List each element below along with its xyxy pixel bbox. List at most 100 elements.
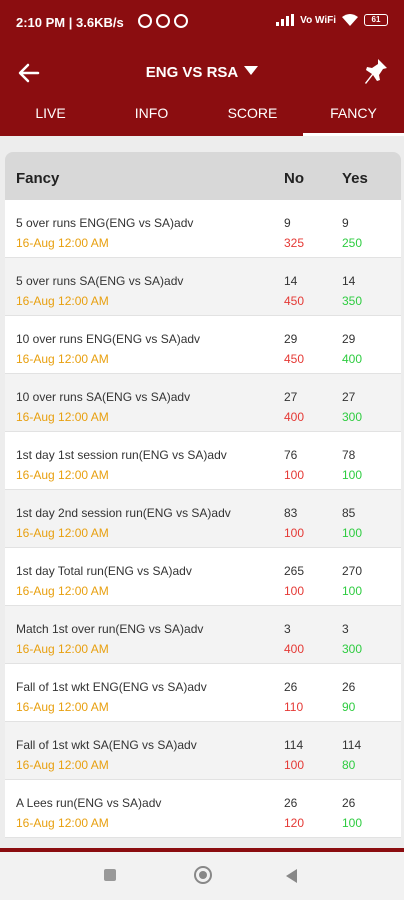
fancy-table: Fancy No Yes 5 over runs ENG(ENG vs SA)a… <box>5 152 401 838</box>
no-odds[interactable]: 14 <box>284 274 297 288</box>
no-odds[interactable]: 27 <box>284 390 297 404</box>
no-odds[interactable]: 26 <box>284 796 297 810</box>
table-row[interactable]: A Lees run(ENG vs SA)adv 16-Aug 12:00 AM 2… <box>5 780 401 838</box>
no-odds[interactable]: 26 <box>284 680 297 694</box>
system-nav-bar <box>0 852 404 900</box>
recent-apps-icon[interactable] <box>104 869 116 881</box>
status-notification-icons <box>138 14 188 28</box>
network-label: Vo WiFi <box>300 14 336 26</box>
no-odds[interactable]: 29 <box>284 332 297 346</box>
table-row[interactable]: 10 over runs ENG(ENG vs SA)adv 16-Aug 12:… <box>5 316 401 374</box>
no-stake[interactable]: 110 <box>284 700 303 714</box>
table-row[interactable]: 10 over runs SA(ENG vs SA)adv 16-Aug 12:0… <box>5 374 401 432</box>
market-date: 16-Aug 12:00 AM <box>16 294 109 308</box>
table-row[interactable]: 1st day 1st session run(ENG vs SA)adv 16-… <box>5 432 401 490</box>
table-row[interactable]: Fall of 1st wkt ENG(ENG vs SA)adv 16-Aug … <box>5 664 401 722</box>
no-stake[interactable]: 325 <box>284 236 304 250</box>
no-stake[interactable]: 100 <box>284 526 304 540</box>
yes-stake[interactable]: 100 <box>342 526 362 540</box>
no-stake[interactable]: 400 <box>284 410 304 424</box>
yes-odds[interactable]: 26 <box>342 796 355 810</box>
market-date: 16-Aug 12:00 AM <box>16 468 109 482</box>
battery-icon: 61 <box>364 14 388 26</box>
market-date: 16-Aug 12:00 AM <box>16 584 109 598</box>
market-date: 16-Aug 12:00 AM <box>16 642 109 656</box>
tab-score[interactable]: SCORE <box>202 100 303 136</box>
no-odds[interactable]: 76 <box>284 448 297 462</box>
table-row[interactable]: 1st day 2nd session run(ENG vs SA)adv 16-… <box>5 490 401 548</box>
home-icon[interactable] <box>194 866 212 884</box>
table-row[interactable]: Fall of 1st wkt SA(ENG vs SA)adv 16-Aug 1… <box>5 722 401 780</box>
market-date: 16-Aug 12:00 AM <box>16 700 109 714</box>
notification-icon <box>156 14 170 28</box>
no-stake[interactable]: 120 <box>284 816 304 830</box>
market-date: 16-Aug 12:00 AM <box>16 526 109 540</box>
signal-icon <box>276 14 295 26</box>
pin-icon[interactable] <box>364 58 388 86</box>
yes-odds[interactable]: 29 <box>342 332 355 346</box>
fancy-content[interactable]: Fancy No Yes 5 over runs ENG(ENG vs SA)a… <box>0 136 404 848</box>
no-stake[interactable]: 400 <box>284 642 304 656</box>
no-odds[interactable]: 265 <box>284 564 304 578</box>
yes-odds[interactable]: 14 <box>342 274 355 288</box>
yes-stake[interactable]: 400 <box>342 352 362 366</box>
no-odds[interactable]: 83 <box>284 506 297 520</box>
no-odds[interactable]: 9 <box>284 216 291 230</box>
app-header: ENG VS RSA LIVE INFO SCORE FANCY <box>0 46 404 136</box>
no-stake[interactable]: 100 <box>284 584 304 598</box>
status-time: 2:10 PM | 3.6KB/s <box>16 15 124 30</box>
table-row[interactable]: 1st day Total run(ENG vs SA)adv 16-Aug 12… <box>5 548 401 606</box>
market-date: 16-Aug 12:00 AM <box>16 352 109 366</box>
tab-fancy[interactable]: FANCY <box>303 100 404 136</box>
back-icon[interactable] <box>286 869 297 883</box>
market-name: 1st day 2nd session run(ENG vs SA)adv <box>16 506 231 520</box>
market-date: 16-Aug 12:00 AM <box>16 410 109 424</box>
yes-odds[interactable]: 114 <box>342 738 361 752</box>
tab-info[interactable]: INFO <box>101 100 202 136</box>
market-name: A Lees run(ENG vs SA)adv <box>16 796 162 810</box>
no-odds[interactable]: 3 <box>284 622 291 636</box>
tab-live[interactable]: LIVE <box>0 100 101 136</box>
yes-odds[interactable]: 85 <box>342 506 355 520</box>
market-name: 1st day 1st session run(ENG vs SA)adv <box>16 448 227 462</box>
no-stake[interactable]: 450 <box>284 294 304 308</box>
yes-odds[interactable]: 78 <box>342 448 355 462</box>
dropdown-caret-icon <box>244 66 259 75</box>
market-name: 10 over runs SA(ENG vs SA)adv <box>16 390 191 404</box>
no-odds[interactable]: 114 <box>284 738 303 752</box>
table-row[interactable]: 5 over runs ENG(ENG vs SA)adv 16-Aug 12:0… <box>5 200 401 258</box>
match-selector[interactable]: ENG VS RSA <box>0 64 404 81</box>
yes-stake[interactable]: 250 <box>342 236 362 250</box>
table-row[interactable]: Match 1st over run(ENG vs SA)adv 16-Aug 1… <box>5 606 401 664</box>
no-stake[interactable]: 100 <box>284 468 304 482</box>
yes-stake[interactable]: 100 <box>342 468 362 482</box>
tab-bar: LIVE INFO SCORE FANCY <box>0 100 404 136</box>
market-name: Fall of 1st wkt ENG(ENG vs SA)adv <box>16 680 207 694</box>
yes-stake[interactable]: 80 <box>342 758 355 772</box>
header-fancy: Fancy <box>16 170 60 187</box>
no-stake[interactable]: 100 <box>284 758 304 772</box>
yes-stake[interactable]: 90 <box>342 700 355 714</box>
header-no: No <box>284 170 304 187</box>
yes-stake[interactable]: 300 <box>342 642 362 656</box>
skype-icon <box>174 14 188 28</box>
no-stake[interactable]: 450 <box>284 352 304 366</box>
yes-stake[interactable]: 100 <box>342 584 362 598</box>
yes-odds[interactable]: 26 <box>342 680 355 694</box>
market-name: 10 over runs ENG(ENG vs SA)adv <box>16 332 201 346</box>
yes-odds[interactable]: 27 <box>342 390 355 404</box>
header-yes: Yes <box>342 170 368 187</box>
market-date: 16-Aug 12:00 AM <box>16 236 109 250</box>
table-row[interactable]: 5 over runs SA(ENG vs SA)adv 16-Aug 12:00… <box>5 258 401 316</box>
page-title: ENG VS RSA <box>145 64 239 81</box>
yes-stake[interactable]: 100 <box>342 816 362 830</box>
market-name: Fall of 1st wkt SA(ENG vs SA)adv <box>16 738 197 752</box>
yes-odds[interactable]: 3 <box>342 622 349 636</box>
yes-stake[interactable]: 300 <box>342 410 362 424</box>
table-body: 5 over runs ENG(ENG vs SA)adv 16-Aug 12:0… <box>5 200 401 838</box>
yes-odds[interactable]: 270 <box>342 564 362 578</box>
table-header: Fancy No Yes <box>5 152 401 200</box>
yes-stake[interactable]: 350 <box>342 294 362 308</box>
status-right: Vo WiFi 61 <box>276 14 388 26</box>
yes-odds[interactable]: 9 <box>342 216 349 230</box>
